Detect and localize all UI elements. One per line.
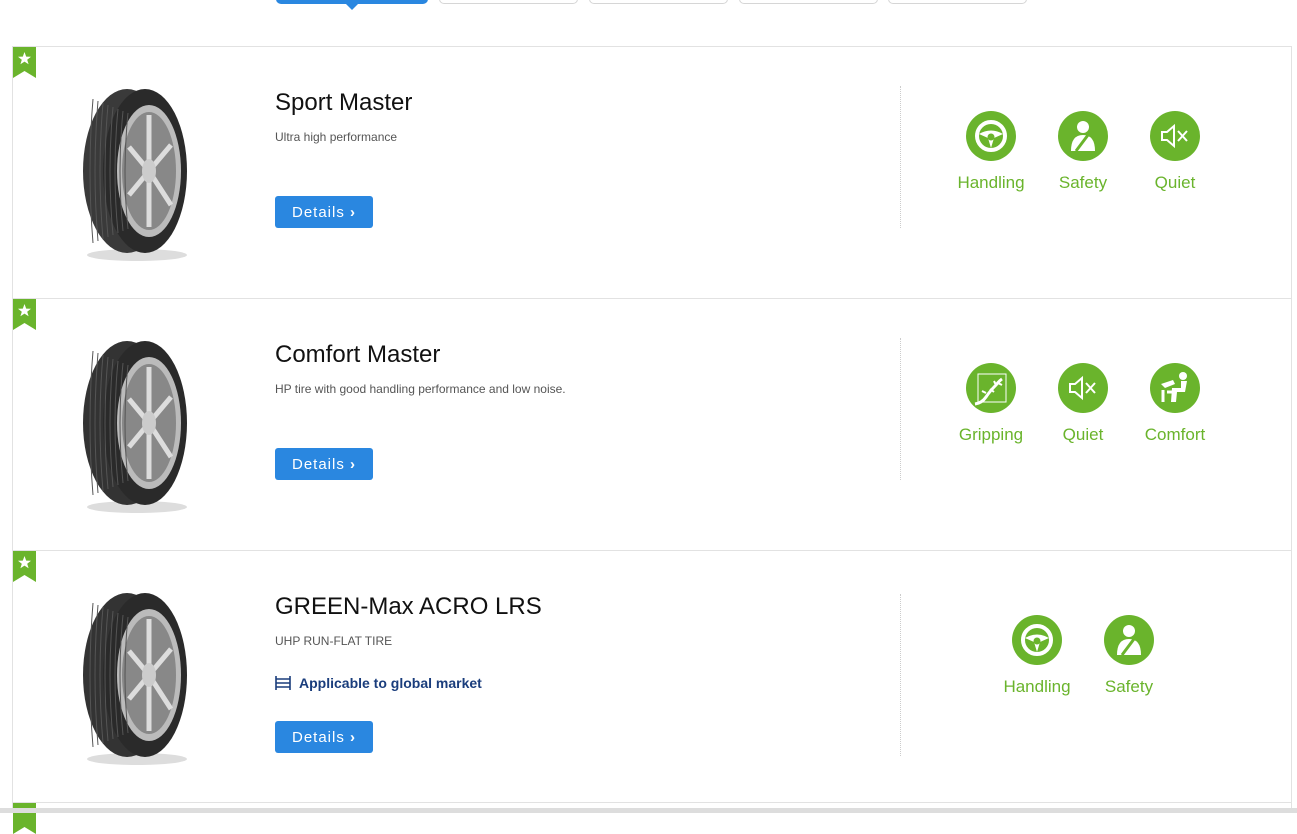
- product-title[interactable]: Sport Master: [275, 89, 412, 117]
- chevron-right-icon: ›: [350, 728, 357, 746]
- feature-label: Safety: [1058, 173, 1108, 192]
- product-card: Sport Master Ultra high performance Deta…: [12, 46, 1292, 299]
- feature-quiet: Quiet: [1129, 111, 1221, 193]
- product-title[interactable]: GREEN-Max ACRO LRS: [275, 593, 542, 621]
- market-badge: Applicable to global market: [275, 675, 482, 691]
- globe-bars-icon: [275, 676, 291, 690]
- feature-label: Handling: [957, 173, 1025, 192]
- product-subtitle: HP tire with good handling performance a…: [275, 382, 566, 396]
- details-button[interactable]: Details ›: [275, 196, 373, 228]
- product-title[interactable]: Comfort Master: [275, 341, 440, 369]
- speaker-mute-icon: [1150, 111, 1200, 161]
- product-card: GREEN-Max ACRO LRS UHP RUN-FLAT TIRE App…: [12, 550, 1292, 803]
- feature-safety: Safety: [1083, 615, 1175, 697]
- feature-safety: Safety: [1037, 111, 1129, 193]
- feature-label: Quiet: [1062, 425, 1104, 444]
- speaker-mute-icon: [1058, 363, 1108, 413]
- feature-handling: Handling: [945, 111, 1037, 193]
- details-label: Details: [291, 455, 345, 473]
- divider: [900, 594, 901, 756]
- feature-label: Handling: [1003, 677, 1071, 696]
- feature-label: Comfort: [1144, 425, 1206, 444]
- details-label: Details: [291, 728, 345, 746]
- feature-label: Gripping: [958, 425, 1024, 444]
- product-subtitle: Ultra high performance: [275, 130, 398, 144]
- steering-wheel-icon: [966, 111, 1016, 161]
- tab-3[interactable]: [589, 0, 728, 4]
- divider: [900, 86, 901, 228]
- tire-image: [83, 593, 187, 765]
- chevron-right-icon: ›: [350, 203, 357, 221]
- feature-handling: Handling: [991, 615, 1083, 697]
- steering-wheel-icon: [1012, 615, 1062, 665]
- divider: [900, 338, 901, 480]
- product-card: Comfort Master HP tire with good handlin…: [12, 298, 1292, 551]
- market-text: Applicable to global market: [299, 675, 482, 691]
- seatbelt-person-icon: [1104, 615, 1154, 665]
- tab-1[interactable]: [276, 0, 428, 10]
- seatbelt-person-icon: [1058, 111, 1108, 161]
- feature-gripping: Gripping: [945, 363, 1037, 445]
- star-ribbon-icon: [13, 299, 36, 330]
- tire-image: [83, 89, 187, 261]
- details-button[interactable]: Details ›: [275, 448, 373, 480]
- details-button[interactable]: Details ›: [275, 721, 373, 753]
- feature-comfort: Comfort: [1129, 363, 1221, 445]
- tab-4[interactable]: [739, 0, 878, 4]
- product-subtitle: UHP RUN-FLAT TIRE: [275, 634, 393, 648]
- feature-label: Safety: [1104, 677, 1154, 696]
- tire-image: [83, 341, 187, 513]
- chevron-right-icon: ›: [350, 455, 357, 473]
- details-label: Details: [291, 203, 345, 221]
- tab-5[interactable]: [888, 0, 1027, 4]
- star-ribbon-icon: [13, 47, 36, 78]
- feature-quiet: Quiet: [1037, 363, 1129, 445]
- reclining-seat-icon: [1150, 363, 1200, 413]
- horizontal-scrollbar[interactable]: [0, 808, 1297, 813]
- star-ribbon-icon: [13, 551, 36, 582]
- feature-label: Quiet: [1154, 173, 1196, 192]
- tab-2[interactable]: [439, 0, 578, 4]
- gecko-icon: [966, 363, 1016, 413]
